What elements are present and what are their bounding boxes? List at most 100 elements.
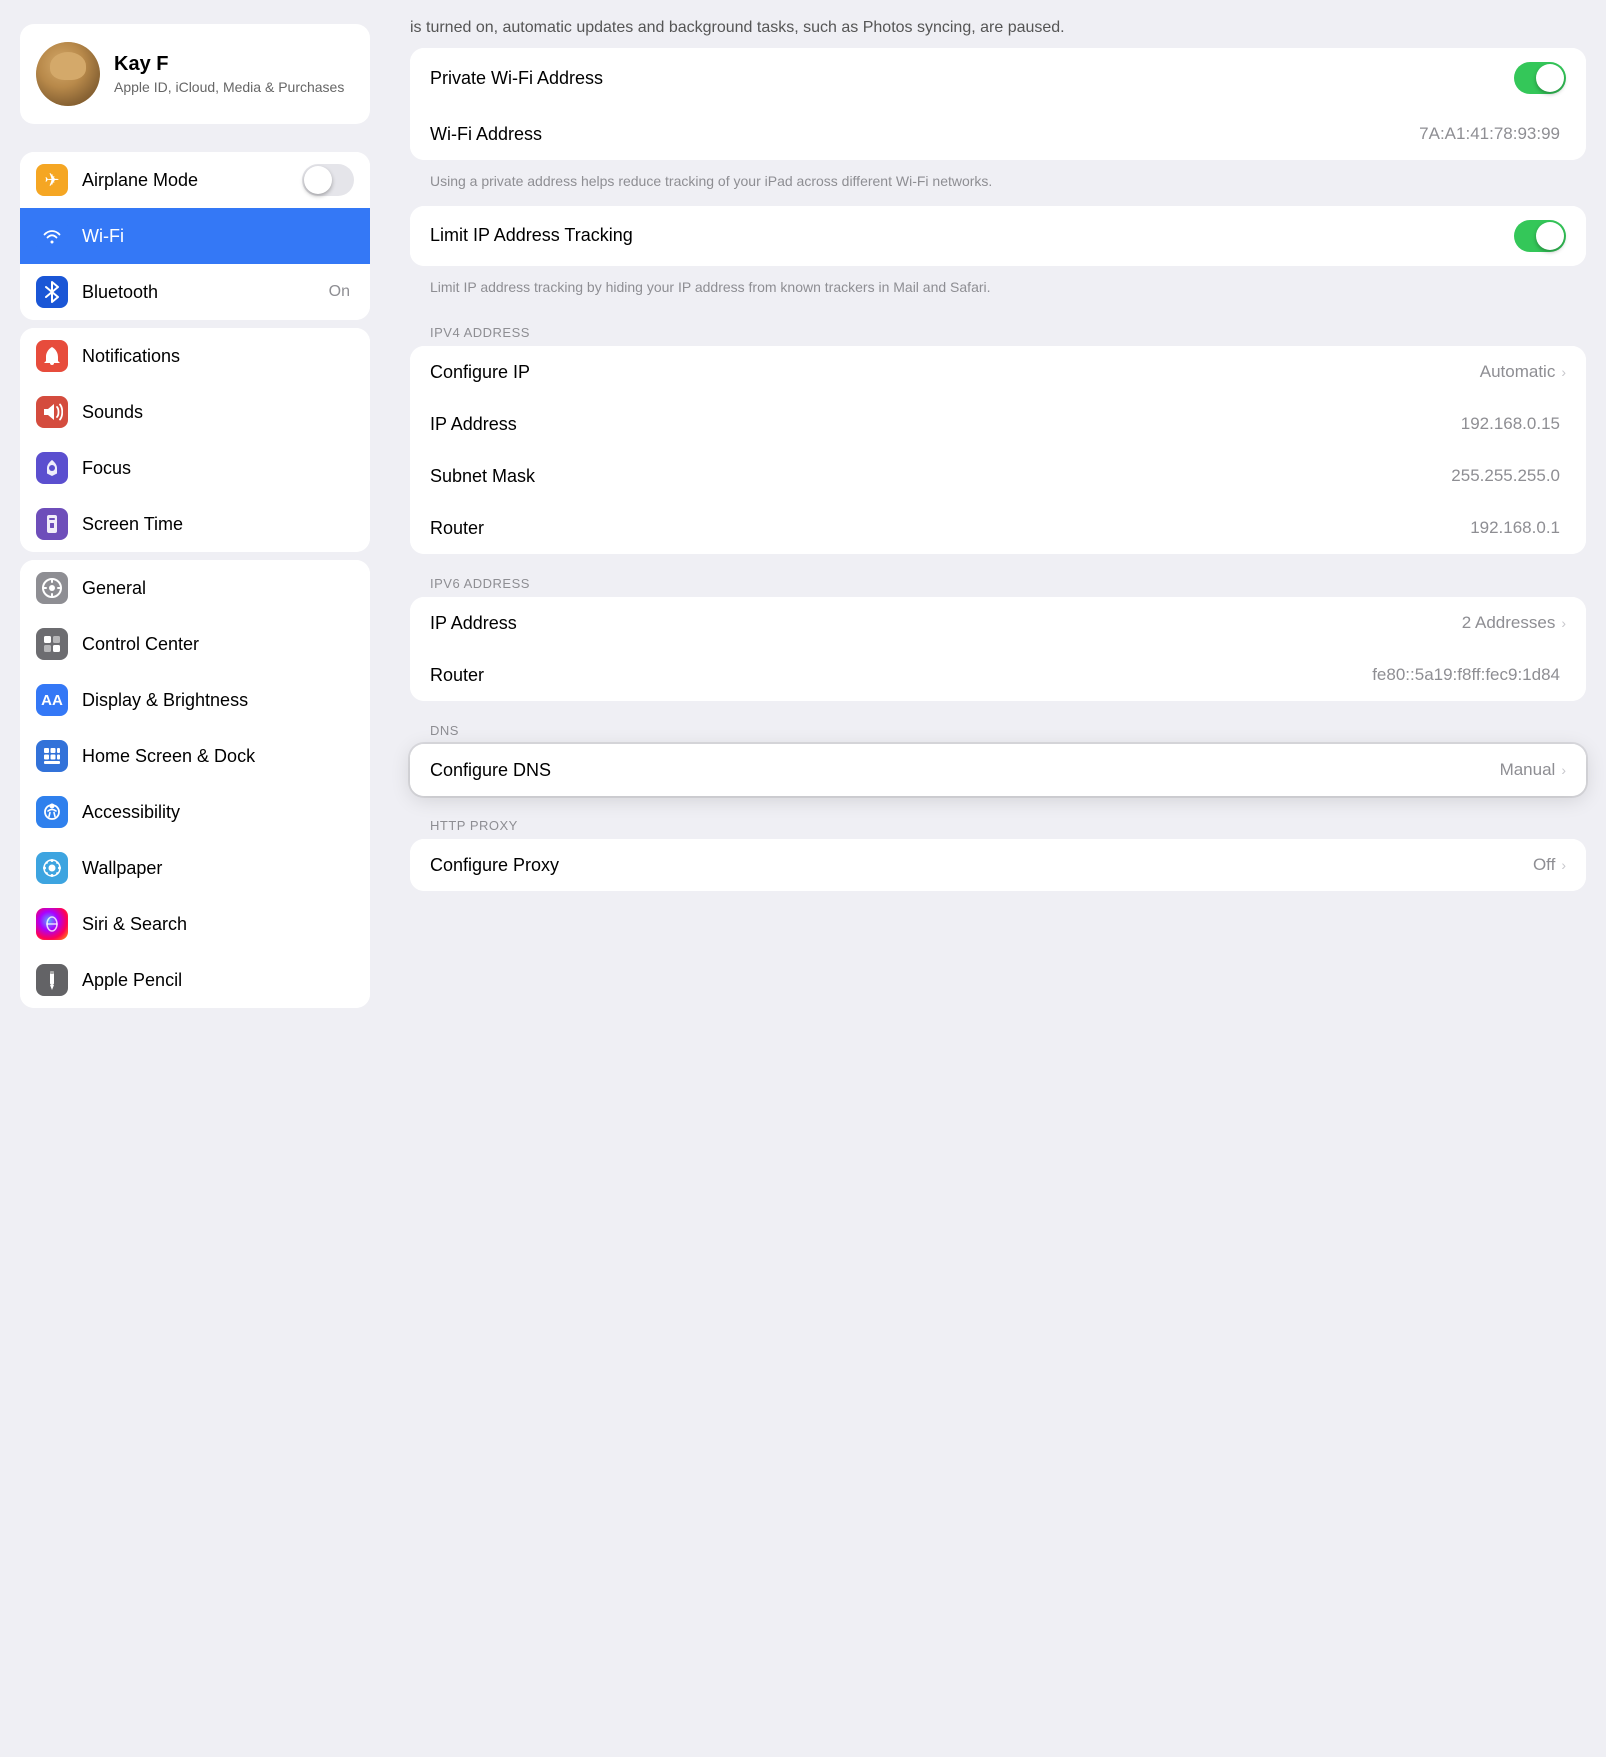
configure-dns-row[interactable]: Configure DNS Manual ›: [410, 744, 1586, 796]
configure-dns-chevron: ›: [1561, 762, 1566, 778]
configure-ip-chevron: ›: [1561, 364, 1566, 380]
control-center-icon: [36, 628, 68, 660]
wallpaper-icon: [36, 852, 68, 884]
dns-card: Configure DNS Manual ›: [410, 744, 1586, 796]
ip-address-v6-chevron: ›: [1561, 615, 1566, 631]
sidebar-item-apple-pencil[interactable]: Apple Pencil: [20, 952, 370, 1008]
sidebar-label-siri-search: Siri & Search: [82, 914, 354, 935]
general-icon: [36, 572, 68, 604]
profile-section: Kay F Apple ID, iCloud, Media & Purchase…: [0, 0, 390, 144]
sidebar-item-focus[interactable]: Focus: [20, 440, 370, 496]
screen-time-icon: [36, 508, 68, 540]
configure-ip-value: Automatic: [1480, 362, 1556, 382]
sidebar-item-accessibility[interactable]: Accessibility: [20, 784, 370, 840]
sidebar-item-display-brightness[interactable]: AA Display & Brightness: [20, 672, 370, 728]
sidebar-group-alerts: Notifications Sounds: [0, 328, 390, 552]
sidebar-item-screen-time[interactable]: Screen Time: [20, 496, 370, 552]
siri-icon: [36, 908, 68, 940]
ipv4-header: IPV4 ADDRESS: [410, 311, 1586, 346]
ip-address-v4-label: IP Address: [430, 414, 1461, 435]
http-proxy-header: HTTP PROXY: [410, 804, 1586, 839]
sidebar-label-display-brightness: Display & Brightness: [82, 690, 354, 711]
sidebar-label-bluetooth: Bluetooth: [82, 282, 329, 303]
configure-proxy-row[interactable]: Configure Proxy Off ›: [410, 839, 1586, 891]
router-v6-label: Router: [430, 665, 1372, 686]
main-content: is turned on, automatic updates and back…: [390, 0, 1606, 1757]
sidebar-item-wallpaper[interactable]: Wallpaper: [20, 840, 370, 896]
sidebar-label-sounds: Sounds: [82, 402, 354, 423]
configure-dns-label: Configure DNS: [430, 760, 1500, 781]
wifi-address-row: Wi-Fi Address 7A:A1:41:78:93:99: [410, 108, 1586, 160]
limit-ip-toggle[interactable]: [1514, 220, 1566, 252]
sidebar-label-accessibility: Accessibility: [82, 802, 354, 823]
sidebar-label-focus: Focus: [82, 458, 354, 479]
ipv6-header: IPV6 ADDRESS: [410, 562, 1586, 597]
home-screen-icon: [36, 740, 68, 772]
dns-header: DNS: [410, 709, 1586, 744]
display-brightness-icon: AA: [36, 684, 68, 716]
subnet-mask-row: Subnet Mask 255.255.255.0: [410, 450, 1586, 502]
intro-text-block: is turned on, automatic updates and back…: [410, 0, 1586, 48]
apple-pencil-icon: [36, 964, 68, 996]
bluetooth-value: On: [329, 283, 350, 301]
airplane-mode-toggle[interactable]: [302, 164, 354, 196]
sidebar-item-sounds[interactable]: Sounds: [20, 384, 370, 440]
http-proxy-card: Configure Proxy Off ›: [410, 839, 1586, 891]
profile-card[interactable]: Kay F Apple ID, iCloud, Media & Purchase…: [20, 24, 370, 124]
sidebar-label-general: General: [82, 578, 354, 599]
sidebar-item-notifications[interactable]: Notifications: [20, 328, 370, 384]
avatar: [36, 42, 100, 106]
sidebar-label-wifi: Wi-Fi: [82, 226, 354, 247]
profile-name: Kay F: [114, 52, 344, 76]
sidebar-item-home-screen[interactable]: Home Screen & Dock: [20, 728, 370, 784]
subnet-mask-value: 255.255.255.0: [1451, 466, 1560, 486]
sidebar: Kay F Apple ID, iCloud, Media & Purchase…: [0, 0, 390, 1757]
sidebar-label-control-center: Control Center: [82, 634, 354, 655]
wifi-icon: [36, 220, 68, 252]
configure-proxy-chevron: ›: [1561, 857, 1566, 873]
configure-dns-value: Manual: [1500, 760, 1556, 780]
privacy-card: Private Wi-Fi Address Wi-Fi Address 7A:A…: [410, 48, 1586, 160]
sidebar-label-home-screen: Home Screen & Dock: [82, 746, 354, 767]
configure-proxy-value: Off: [1533, 855, 1555, 875]
limit-ip-label: Limit IP Address Tracking: [430, 225, 1514, 246]
intro-text: is turned on, automatic updates and back…: [410, 19, 1065, 36]
airplane-mode-icon: ✈: [36, 164, 68, 196]
accessibility-icon: [36, 796, 68, 828]
private-wifi-toggle[interactable]: [1514, 62, 1566, 94]
router-v4-label: Router: [430, 518, 1470, 539]
sidebar-item-siri-search[interactable]: Siri & Search: [20, 896, 370, 952]
sidebar-label-notifications: Notifications: [82, 346, 354, 367]
private-wifi-label: Private Wi-Fi Address: [430, 68, 1514, 89]
ip-address-v6-label: IP Address: [430, 613, 1462, 634]
privacy-desc: Using a private address helps reduce tra…: [410, 168, 1586, 206]
sidebar-item-airplane-mode[interactable]: ✈ Airplane Mode: [20, 152, 370, 208]
sidebar-item-control-center[interactable]: Control Center: [20, 616, 370, 672]
router-v6-value: fe80::5a19:f8ff:fec9:1d84: [1372, 665, 1560, 685]
sidebar-label-airplane-mode: Airplane Mode: [82, 170, 302, 191]
private-wifi-row[interactable]: Private Wi-Fi Address: [410, 48, 1586, 108]
ip-address-v6-value: 2 Addresses: [1462, 613, 1556, 633]
focus-icon: [36, 452, 68, 484]
bluetooth-icon: [36, 276, 68, 308]
sidebar-group-system: General Control Center AA: [0, 560, 390, 1008]
limit-ip-row[interactable]: Limit IP Address Tracking: [410, 206, 1586, 266]
sidebar-item-bluetooth[interactable]: Bluetooth On: [20, 264, 370, 320]
wifi-address-label: Wi-Fi Address: [430, 124, 1419, 145]
sidebar-label-wallpaper: Wallpaper: [82, 858, 354, 879]
ipv6-card: IP Address 2 Addresses › Router fe80::5a…: [410, 597, 1586, 701]
sounds-icon: [36, 396, 68, 428]
sidebar-item-wifi[interactable]: Wi-Fi: [20, 208, 370, 264]
sidebar-label-screen-time: Screen Time: [82, 514, 354, 535]
wifi-address-value: 7A:A1:41:78:93:99: [1419, 124, 1560, 144]
configure-proxy-label: Configure Proxy: [430, 855, 1533, 876]
ipv4-card: Configure IP Automatic › IP Address 192.…: [410, 346, 1586, 554]
router-v4-value: 192.168.0.1: [1470, 518, 1560, 538]
limit-ip-desc: Limit IP address tracking by hiding your…: [410, 274, 1586, 312]
ip-address-v4-value: 192.168.0.15: [1461, 414, 1560, 434]
sidebar-item-general[interactable]: General: [20, 560, 370, 616]
sidebar-group-connectivity: ✈ Airplane Mode Wi-Fi: [0, 152, 390, 320]
configure-ip-row[interactable]: Configure IP Automatic ›: [410, 346, 1586, 398]
ip-address-v6-row[interactable]: IP Address 2 Addresses ›: [410, 597, 1586, 649]
sidebar-label-apple-pencil: Apple Pencil: [82, 970, 354, 991]
